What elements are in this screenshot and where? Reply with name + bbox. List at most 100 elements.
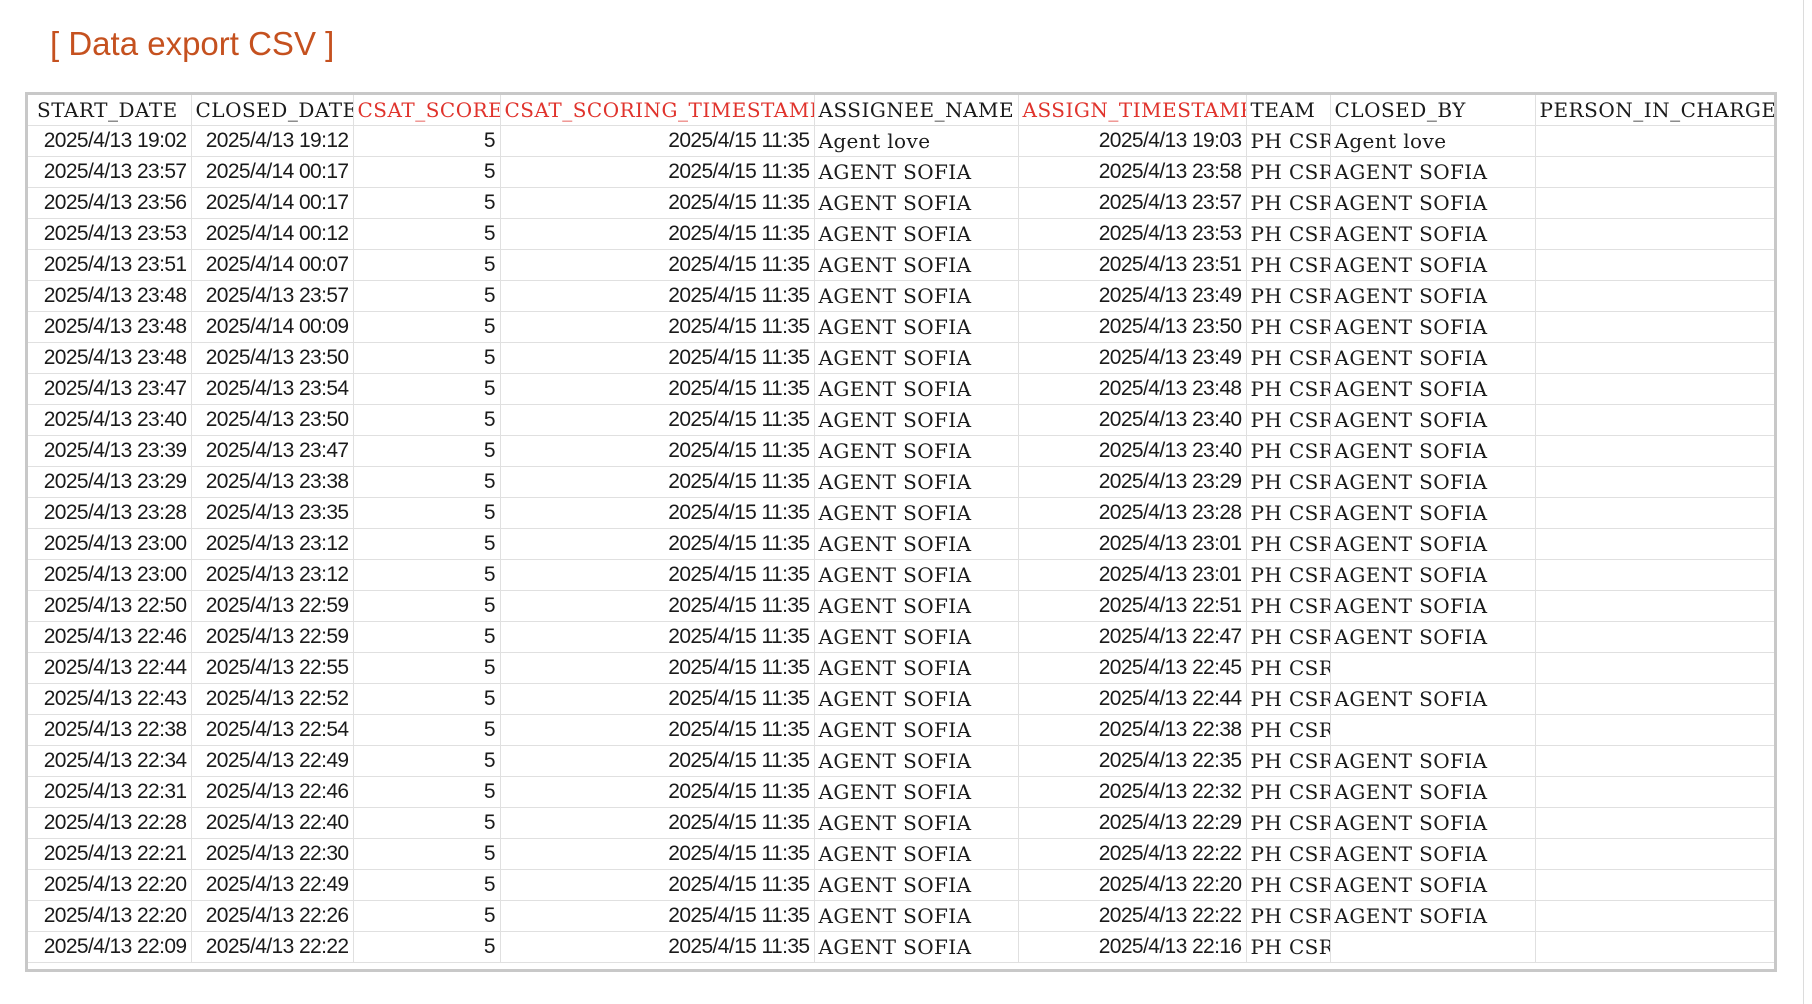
closed-date-cell[interactable]: 2025/4/13 22:22 [191, 931, 354, 963]
closed-by-cell[interactable]: AGENT SOFIA [1330, 187, 1536, 219]
csat-scoring-timestamp-cell[interactable]: 2025/4/15 11:35 [500, 776, 815, 808]
closed-date-cell[interactable]: 2025/4/13 23:35 [191, 497, 354, 529]
team-cell[interactable]: PH CSR [1246, 218, 1331, 250]
team-cell[interactable]: PH CSR [1246, 652, 1331, 684]
closed-date-cell[interactable]: 2025/4/13 23:54 [191, 373, 354, 405]
team-cell[interactable]: PH CSR [1246, 497, 1331, 529]
closed-date-cell[interactable]: 2025/4/14 00:17 [191, 187, 354, 219]
assignee-name-cell[interactable]: AGENT SOFIA [814, 931, 1019, 963]
team-cell[interactable]: PH CSR [1246, 404, 1331, 436]
person-in-charge-cell[interactable] [1535, 280, 1774, 312]
closed-date-cell[interactable]: 2025/4/13 23:57 [191, 280, 354, 312]
closed-by-cell[interactable]: AGENT SOFIA [1330, 776, 1536, 808]
team-cell[interactable]: PH CSR [1246, 807, 1331, 839]
team-cell[interactable]: PH CSR [1246, 249, 1331, 281]
csat-score-cell[interactable]: 5 [353, 869, 501, 901]
csat-score-cell[interactable]: 5 [353, 559, 501, 591]
closed-date-cell[interactable]: 2025/4/13 19:12 [191, 125, 354, 157]
closed-by-cell[interactable]: AGENT SOFIA [1330, 683, 1536, 715]
closed-date-cell[interactable]: 2025/4/13 23:12 [191, 559, 354, 591]
csat-scoring-timestamp-cell[interactable]: 2025/4/15 11:35 [500, 590, 815, 622]
assignee-name-cell[interactable]: AGENT SOFIA [814, 342, 1019, 374]
team-cell[interactable]: PH CSR [1246, 838, 1331, 870]
person-in-charge-cell[interactable] [1535, 435, 1774, 467]
team-cell[interactable]: PH CSR [1246, 776, 1331, 808]
person-in-charge-cell[interactable] [1535, 125, 1774, 157]
csat-score-cell[interactable]: 5 [353, 590, 501, 622]
csat-scoring-timestamp-cell[interactable]: 2025/4/15 11:35 [500, 652, 815, 684]
closed-by-cell[interactable]: AGENT SOFIA [1330, 342, 1536, 374]
team-cell[interactable]: PH CSR [1246, 125, 1331, 157]
closed-date-cell[interactable]: 2025/4/13 23:50 [191, 404, 354, 436]
assign-timestamp-cell[interactable]: 2025/4/13 23:49 [1018, 342, 1247, 374]
closed-by-cell[interactable]: AGENT SOFIA [1330, 373, 1536, 405]
team-cell[interactable]: PH CSR [1246, 156, 1331, 188]
csat-scoring-timestamp-cell[interactable]: 2025/4/15 11:35 [500, 683, 815, 715]
csat-scoring-timestamp-cell[interactable]: 2025/4/15 11:35 [500, 342, 815, 374]
person-in-charge-cell[interactable] [1535, 869, 1774, 901]
closed-by-cell[interactable]: AGENT SOFIA [1330, 280, 1536, 312]
assignee-name-cell[interactable]: AGENT SOFIA [814, 838, 1019, 870]
assign-timestamp-cell[interactable]: 2025/4/13 23:01 [1018, 559, 1247, 591]
assign-timestamp-cell[interactable]: 2025/4/13 23:40 [1018, 435, 1247, 467]
column-header-assignee-name[interactable]: ASSIGNEE_NAME [814, 95, 1019, 126]
start-date-cell[interactable]: 2025/4/13 19:02 [28, 125, 192, 157]
column-header-csat-score[interactable]: CSAT_SCORE [353, 95, 501, 126]
csat-scoring-timestamp-cell[interactable]: 2025/4/15 11:35 [500, 528, 815, 560]
csat-score-cell[interactable]: 5 [353, 838, 501, 870]
column-header-closed-by[interactable]: CLOSED_BY [1330, 95, 1536, 126]
closed-by-cell[interactable]: Agent love [1330, 125, 1536, 157]
csat-score-cell[interactable]: 5 [353, 621, 501, 653]
start-date-cell[interactable]: 2025/4/13 22:43 [28, 683, 192, 715]
csat-scoring-timestamp-cell[interactable]: 2025/4/15 11:35 [500, 838, 815, 870]
assignee-name-cell[interactable]: AGENT SOFIA [814, 311, 1019, 343]
closed-by-cell[interactable]: AGENT SOFIA [1330, 156, 1536, 188]
assign-timestamp-cell[interactable]: 2025/4/13 22:29 [1018, 807, 1247, 839]
closed-date-cell[interactable]: 2025/4/13 22:59 [191, 590, 354, 622]
person-in-charge-cell[interactable] [1535, 838, 1774, 870]
person-in-charge-cell[interactable] [1535, 311, 1774, 343]
start-date-cell[interactable]: 2025/4/13 23:57 [28, 156, 192, 188]
team-cell[interactable]: PH CSR [1246, 187, 1331, 219]
csat-score-cell[interactable]: 5 [353, 404, 501, 436]
csat-score-cell[interactable]: 5 [353, 807, 501, 839]
closed-by-cell[interactable] [1330, 931, 1536, 963]
csat-scoring-timestamp-cell[interactable]: 2025/4/15 11:35 [500, 218, 815, 250]
csat-score-cell[interactable]: 5 [353, 714, 501, 746]
assignee-name-cell[interactable]: AGENT SOFIA [814, 590, 1019, 622]
closed-date-cell[interactable]: 2025/4/13 22:26 [191, 900, 354, 932]
csat-scoring-timestamp-cell[interactable]: 2025/4/15 11:35 [500, 900, 815, 932]
csat-scoring-timestamp-cell[interactable]: 2025/4/15 11:35 [500, 869, 815, 901]
closed-by-cell[interactable]: AGENT SOFIA [1330, 621, 1536, 653]
assignee-name-cell[interactable]: AGENT SOFIA [814, 745, 1019, 777]
csat-scoring-timestamp-cell[interactable]: 2025/4/15 11:35 [500, 807, 815, 839]
csat-score-cell[interactable]: 5 [353, 900, 501, 932]
person-in-charge-cell[interactable] [1535, 218, 1774, 250]
person-in-charge-cell[interactable] [1535, 807, 1774, 839]
csat-score-cell[interactable]: 5 [353, 931, 501, 963]
csat-score-cell[interactable]: 5 [353, 745, 501, 777]
column-header-start-date[interactable]: START_DATE [28, 95, 192, 126]
assignee-name-cell[interactable]: AGENT SOFIA [814, 404, 1019, 436]
person-in-charge-cell[interactable] [1535, 156, 1774, 188]
person-in-charge-cell[interactable] [1535, 652, 1774, 684]
closed-date-cell[interactable]: 2025/4/14 00:12 [191, 218, 354, 250]
person-in-charge-cell[interactable] [1535, 187, 1774, 219]
closed-by-cell[interactable]: AGENT SOFIA [1330, 900, 1536, 932]
csat-scoring-timestamp-cell[interactable]: 2025/4/15 11:35 [500, 931, 815, 963]
assignee-name-cell[interactable]: AGENT SOFIA [814, 435, 1019, 467]
closed-by-cell[interactable]: AGENT SOFIA [1330, 590, 1536, 622]
csat-scoring-timestamp-cell[interactable]: 2025/4/15 11:35 [500, 156, 815, 188]
closed-date-cell[interactable]: 2025/4/13 22:49 [191, 869, 354, 901]
closed-date-cell[interactable]: 2025/4/13 23:50 [191, 342, 354, 374]
csat-scoring-timestamp-cell[interactable]: 2025/4/15 11:35 [500, 497, 815, 529]
person-in-charge-cell[interactable] [1535, 931, 1774, 963]
closed-by-cell[interactable]: AGENT SOFIA [1330, 497, 1536, 529]
assign-timestamp-cell[interactable]: 2025/4/13 19:03 [1018, 125, 1247, 157]
assign-timestamp-cell[interactable]: 2025/4/13 22:20 [1018, 869, 1247, 901]
assign-timestamp-cell[interactable]: 2025/4/13 23:29 [1018, 466, 1247, 498]
column-header-csat-scoring-timestamp[interactable]: CSAT_SCORING_TIMESTAMP [500, 95, 815, 126]
start-date-cell[interactable]: 2025/4/13 23:39 [28, 435, 192, 467]
start-date-cell[interactable]: 2025/4/13 23:56 [28, 187, 192, 219]
closed-date-cell[interactable]: 2025/4/13 22:59 [191, 621, 354, 653]
